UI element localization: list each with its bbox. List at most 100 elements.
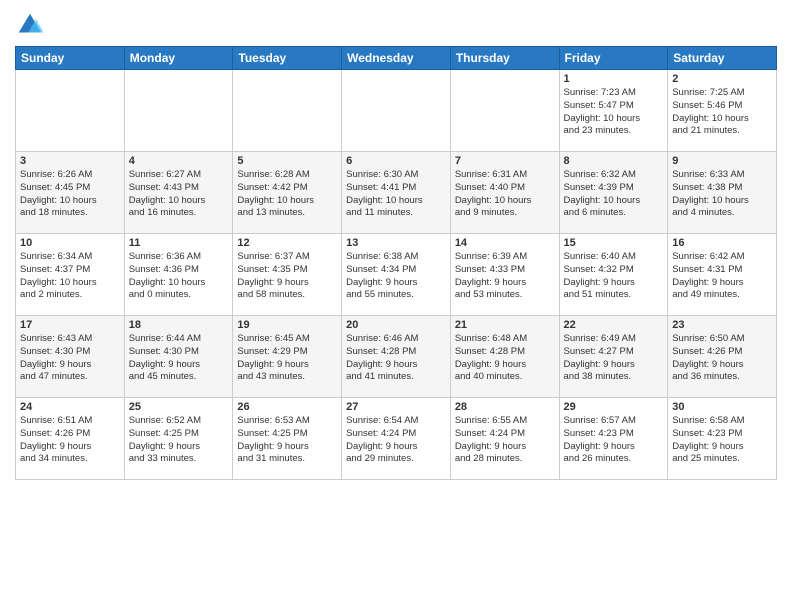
day-info: Sunrise: 6:30 AM Sunset: 4:41 PM Dayligh…	[346, 169, 446, 220]
day-info: Sunrise: 6:58 AM Sunset: 4:23 PM Dayligh…	[672, 415, 772, 466]
day-number: 13	[346, 237, 446, 249]
calendar-cell: 13 Sunrise: 6:38 AM Sunset: 4:34 PM Dayli…	[342, 234, 451, 316]
day-info: Sunrise: 6:39 AM Sunset: 4:33 PM Dayligh…	[455, 251, 555, 302]
calendar-cell: 30 Sunrise: 6:58 AM Sunset: 4:23 PM Dayli…	[668, 398, 777, 480]
day-info: Sunrise: 6:51 AM Sunset: 4:26 PM Dayligh…	[20, 415, 120, 466]
calendar-cell: 5 Sunrise: 6:28 AM Sunset: 4:42 PM Daylig…	[233, 152, 342, 234]
day-number: 23	[672, 319, 772, 331]
day-info: Sunrise: 6:54 AM Sunset: 4:24 PM Dayligh…	[346, 415, 446, 466]
calendar-cell: 15Sunrise: 6:40 AM Sunset: 4:32 PM Dayli…	[559, 234, 668, 316]
calendar-cell: 27 Sunrise: 6:54 AM Sunset: 4:24 PM Dayli…	[342, 398, 451, 480]
calendar-cell: 7Sunrise: 6:31 AM Sunset: 4:40 PM Daylig…	[450, 152, 559, 234]
day-number: 4	[129, 155, 229, 167]
calendar-header-monday: Monday	[124, 47, 233, 70]
day-info: Sunrise: 6:28 AM Sunset: 4:42 PM Dayligh…	[237, 169, 337, 220]
calendar-cell: 21 Sunrise: 6:48 AM Sunset: 4:28 PM Dayli…	[450, 316, 559, 398]
calendar-cell: 26Sunrise: 6:53 AM Sunset: 4:25 PM Dayli…	[233, 398, 342, 480]
calendar-cell: 18 Sunrise: 6:44 AM Sunset: 4:30 PM Dayli…	[124, 316, 233, 398]
day-number: 22	[564, 319, 664, 331]
calendar-week-4: 17 Sunrise: 6:43 AM Sunset: 4:30 PM Dayli…	[16, 316, 777, 398]
calendar-week-2: 3Sunrise: 6:26 AM Sunset: 4:45 PM Daylig…	[16, 152, 777, 234]
calendar-cell: 11Sunrise: 6:36 AM Sunset: 4:36 PM Dayli…	[124, 234, 233, 316]
calendar-cell: 3Sunrise: 6:26 AM Sunset: 4:45 PM Daylig…	[16, 152, 125, 234]
day-number: 24	[20, 401, 120, 413]
calendar-cell	[124, 70, 233, 152]
calendar-cell: 29 Sunrise: 6:57 AM Sunset: 4:23 PM Dayli…	[559, 398, 668, 480]
day-info: Sunrise: 6:32 AM Sunset: 4:39 PM Dayligh…	[564, 169, 664, 220]
calendar-header-thursday: Thursday	[450, 47, 559, 70]
day-number: 2	[672, 73, 772, 85]
calendar-header-sunday: Sunday	[16, 47, 125, 70]
day-info: Sunrise: 6:48 AM Sunset: 4:28 PM Dayligh…	[455, 333, 555, 384]
calendar-header-saturday: Saturday	[668, 47, 777, 70]
calendar-cell	[342, 70, 451, 152]
calendar-cell: 9Sunrise: 6:33 AM Sunset: 4:38 PM Daylig…	[668, 152, 777, 234]
day-info: Sunrise: 6:44 AM Sunset: 4:30 PM Dayligh…	[129, 333, 229, 384]
day-info: Sunrise: 6:57 AM Sunset: 4:23 PM Dayligh…	[564, 415, 664, 466]
day-info: Sunrise: 6:55 AM Sunset: 4:24 PM Dayligh…	[455, 415, 555, 466]
day-number: 1	[564, 73, 664, 85]
day-number: 21	[455, 319, 555, 331]
calendar-cell: 25Sunrise: 6:52 AM Sunset: 4:25 PM Dayli…	[124, 398, 233, 480]
calendar-cell: 10Sunrise: 6:34 AM Sunset: 4:37 PM Dayli…	[16, 234, 125, 316]
day-info: Sunrise: 6:38 AM Sunset: 4:34 PM Dayligh…	[346, 251, 446, 302]
day-info: Sunrise: 7:23 AM Sunset: 5:47 PM Dayligh…	[564, 87, 664, 138]
calendar-cell: 23 Sunrise: 6:50 AM Sunset: 4:26 PM Dayli…	[668, 316, 777, 398]
calendar-cell: 17 Sunrise: 6:43 AM Sunset: 4:30 PM Dayli…	[16, 316, 125, 398]
day-number: 25	[129, 401, 229, 413]
day-info: Sunrise: 6:53 AM Sunset: 4:25 PM Dayligh…	[237, 415, 337, 466]
day-info: Sunrise: 6:37 AM Sunset: 4:35 PM Dayligh…	[237, 251, 337, 302]
calendar-cell: 22 Sunrise: 6:49 AM Sunset: 4:27 PM Dayli…	[559, 316, 668, 398]
calendar-cell: 28 Sunrise: 6:55 AM Sunset: 4:24 PM Dayli…	[450, 398, 559, 480]
day-number: 27	[346, 401, 446, 413]
calendar-cell: 14 Sunrise: 6:39 AM Sunset: 4:33 PM Dayli…	[450, 234, 559, 316]
day-number: 8	[564, 155, 664, 167]
calendar-cell: 20 Sunrise: 6:46 AM Sunset: 4:28 PM Dayli…	[342, 316, 451, 398]
calendar-header-wednesday: Wednesday	[342, 47, 451, 70]
day-number: 16	[672, 237, 772, 249]
day-info: Sunrise: 6:45 AM Sunset: 4:29 PM Dayligh…	[237, 333, 337, 384]
calendar-cell: 16Sunrise: 6:42 AM Sunset: 4:31 PM Dayli…	[668, 234, 777, 316]
calendar-week-1: 1 Sunrise: 7:23 AM Sunset: 5:47 PM Daylig…	[16, 70, 777, 152]
day-info: Sunrise: 6:46 AM Sunset: 4:28 PM Dayligh…	[346, 333, 446, 384]
calendar-week-3: 10Sunrise: 6:34 AM Sunset: 4:37 PM Dayli…	[16, 234, 777, 316]
day-number: 29	[564, 401, 664, 413]
day-number: 28	[455, 401, 555, 413]
day-number: 7	[455, 155, 555, 167]
header	[15, 10, 777, 40]
calendar-header-friday: Friday	[559, 47, 668, 70]
day-number: 12	[237, 237, 337, 249]
calendar: SundayMondayTuesdayWednesdayThursdayFrid…	[15, 46, 777, 480]
day-number: 10	[20, 237, 120, 249]
day-info: Sunrise: 6:26 AM Sunset: 4:45 PM Dayligh…	[20, 169, 120, 220]
calendar-cell: 12 Sunrise: 6:37 AM Sunset: 4:35 PM Dayli…	[233, 234, 342, 316]
day-info: Sunrise: 6:49 AM Sunset: 4:27 PM Dayligh…	[564, 333, 664, 384]
day-number: 6	[346, 155, 446, 167]
calendar-header-row: SundayMondayTuesdayWednesdayThursdayFrid…	[16, 47, 777, 70]
day-number: 9	[672, 155, 772, 167]
day-number: 30	[672, 401, 772, 413]
day-number: 14	[455, 237, 555, 249]
calendar-cell	[233, 70, 342, 152]
calendar-cell: 19 Sunrise: 6:45 AM Sunset: 4:29 PM Dayli…	[233, 316, 342, 398]
calendar-cell: 4 Sunrise: 6:27 AM Sunset: 4:43 PM Daylig…	[124, 152, 233, 234]
day-number: 15	[564, 237, 664, 249]
day-number: 5	[237, 155, 337, 167]
day-number: 18	[129, 319, 229, 331]
calendar-cell: 2 Sunrise: 7:25 AM Sunset: 5:46 PM Daylig…	[668, 70, 777, 152]
day-number: 20	[346, 319, 446, 331]
calendar-cell: 6 Sunrise: 6:30 AM Sunset: 4:41 PM Daylig…	[342, 152, 451, 234]
day-number: 19	[237, 319, 337, 331]
day-info: Sunrise: 6:43 AM Sunset: 4:30 PM Dayligh…	[20, 333, 120, 384]
logo	[15, 10, 49, 40]
calendar-cell	[16, 70, 125, 152]
calendar-cell	[450, 70, 559, 152]
day-info: Sunrise: 7:25 AM Sunset: 5:46 PM Dayligh…	[672, 87, 772, 138]
calendar-week-5: 24 Sunrise: 6:51 AM Sunset: 4:26 PM Dayli…	[16, 398, 777, 480]
day-number: 17	[20, 319, 120, 331]
day-info: Sunrise: 6:50 AM Sunset: 4:26 PM Dayligh…	[672, 333, 772, 384]
day-info: Sunrise: 6:27 AM Sunset: 4:43 PM Dayligh…	[129, 169, 229, 220]
calendar-cell: 24 Sunrise: 6:51 AM Sunset: 4:26 PM Dayli…	[16, 398, 125, 480]
calendar-header-tuesday: Tuesday	[233, 47, 342, 70]
page: SundayMondayTuesdayWednesdayThursdayFrid…	[0, 0, 792, 612]
